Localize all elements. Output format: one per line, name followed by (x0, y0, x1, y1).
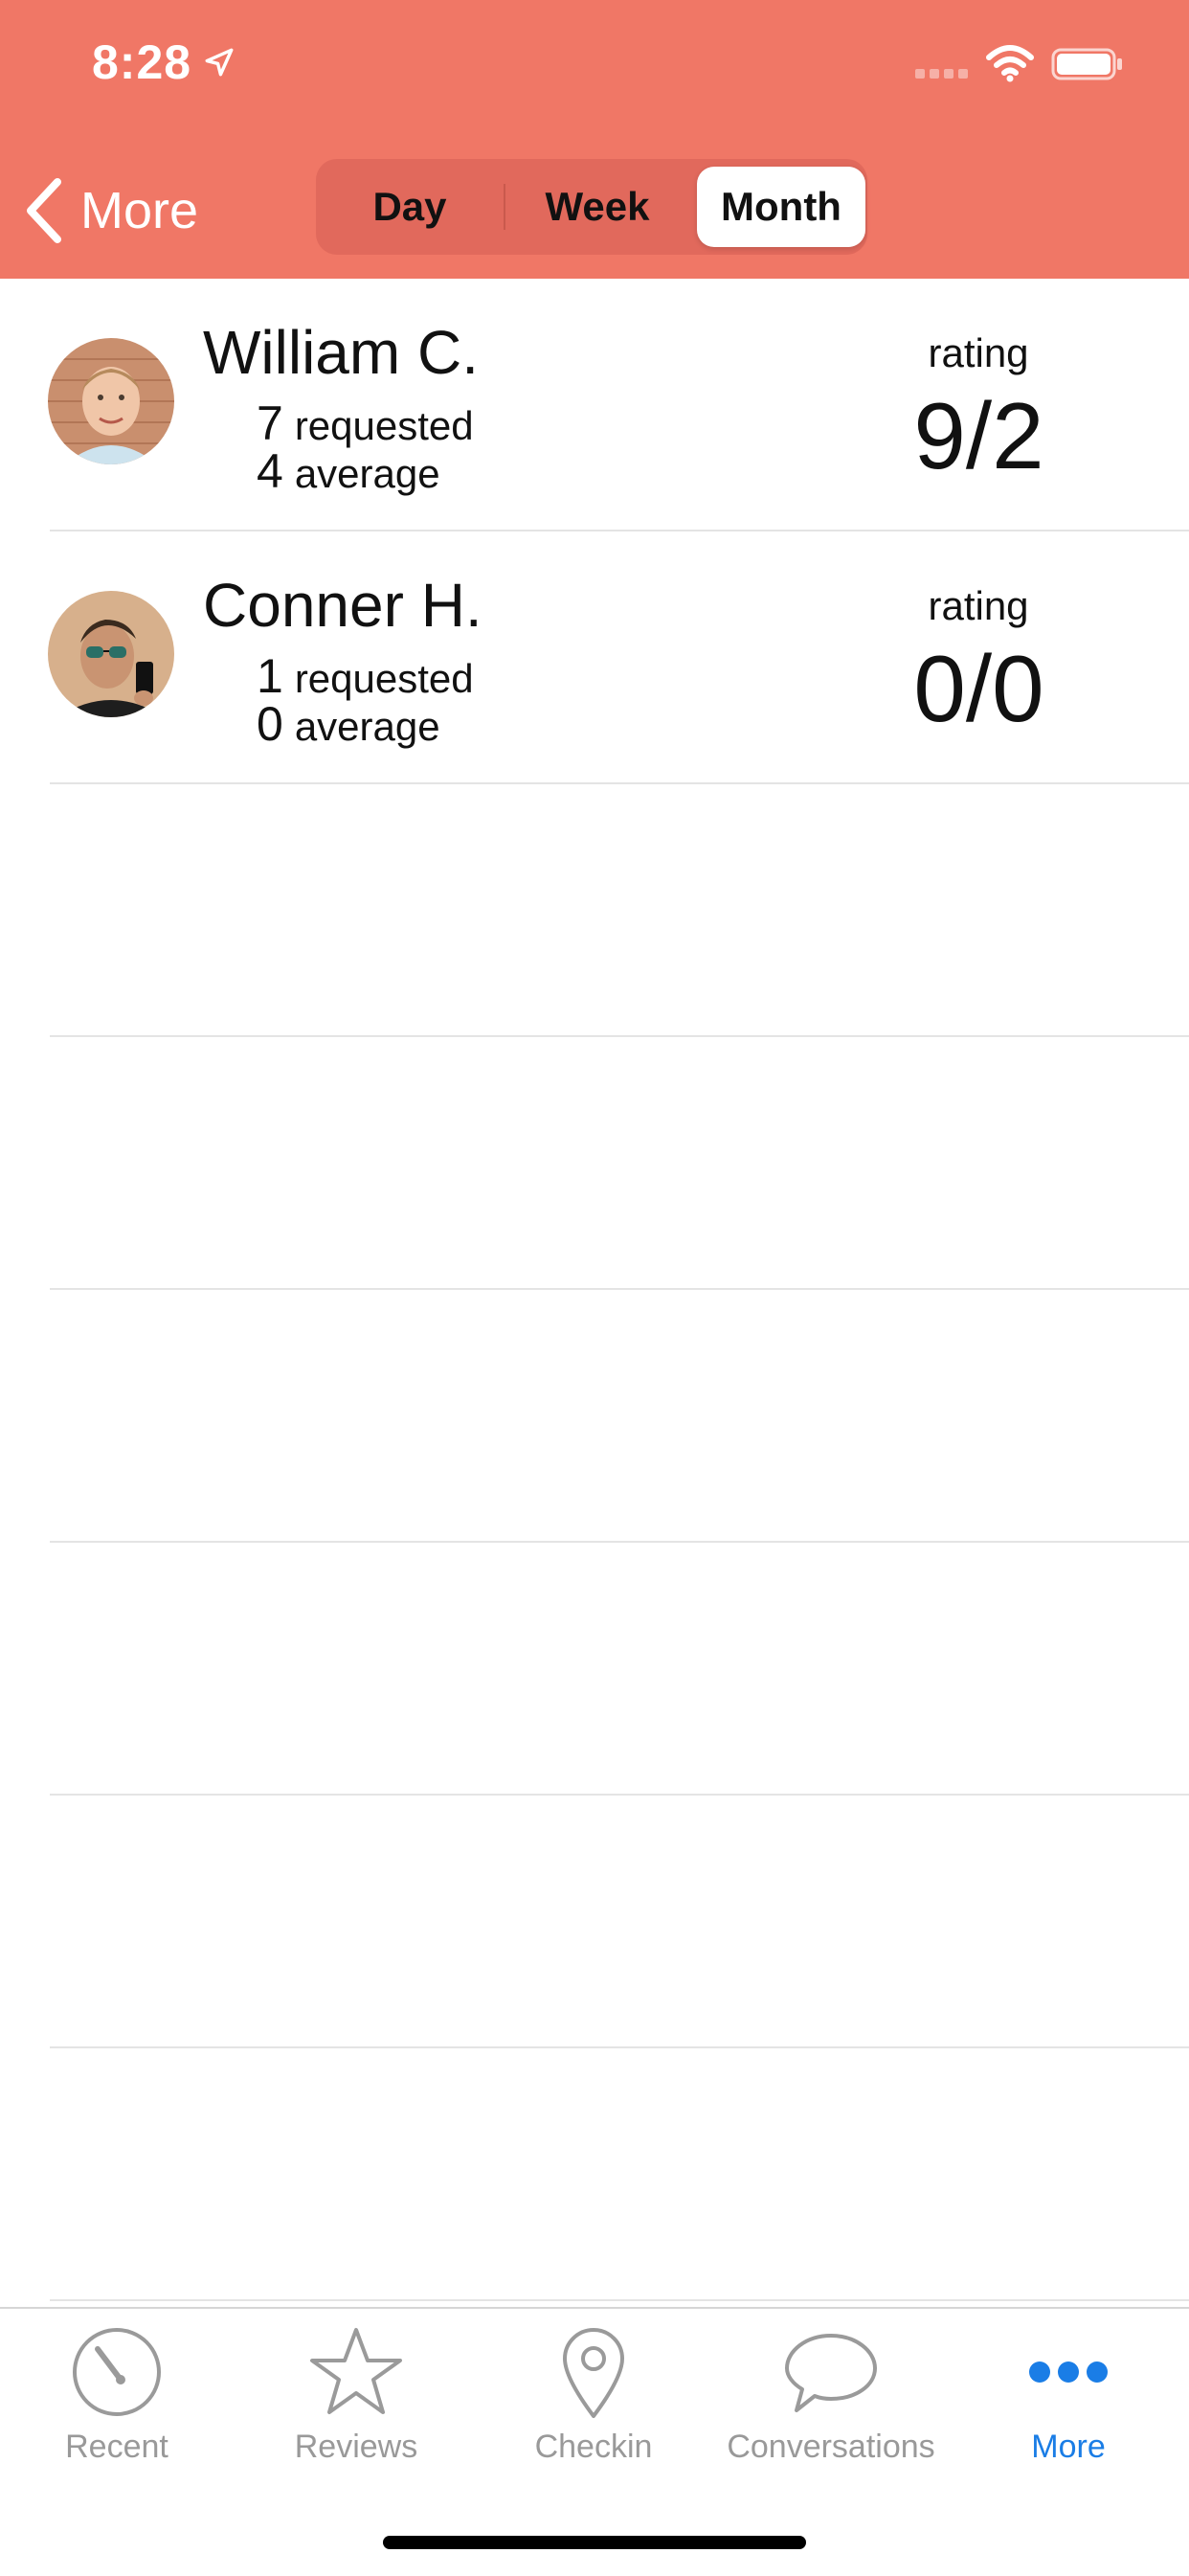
segment-week[interactable]: Week (504, 167, 691, 247)
empty-row (0, 1290, 1189, 1543)
average-stat: 4 average (257, 443, 440, 499)
cellular-signal-icon (915, 69, 968, 79)
period-segmented-control: Day Week Month (316, 159, 867, 255)
rating-value: 9/2 (913, 383, 1044, 488)
map-pin-icon (563, 2328, 624, 2418)
location-arrow-icon (205, 48, 234, 77)
tab-label: Checkin (534, 2429, 653, 2465)
tab-label: More (1031, 2429, 1106, 2465)
rating-label: rating (928, 330, 1029, 375)
empty-row (0, 2048, 1189, 2301)
star-icon (310, 2328, 402, 2414)
home-indicator (383, 2536, 806, 2549)
back-label: More (80, 182, 199, 239)
empty-row (0, 1543, 1189, 1796)
tab-checkin[interactable]: Checkin (479, 2324, 708, 2477)
avatar (48, 591, 174, 717)
empty-row (0, 784, 1189, 1037)
employee-name: Conner H. (203, 571, 482, 640)
tab-label: Reviews (294, 2429, 418, 2465)
more-dots-icon (1029, 2361, 1108, 2383)
average-count: 0 (257, 697, 283, 751)
speech-bubble-icon (785, 2334, 877, 2412)
tab-recent[interactable]: Recent (2, 2324, 232, 2477)
average-count: 4 (257, 444, 283, 498)
wifi-icon (986, 45, 1034, 82)
rating-value: 0/0 (913, 636, 1044, 741)
gauge-icon (73, 2328, 161, 2416)
chevron-left-icon (27, 178, 61, 243)
row-separator (50, 2299, 1189, 2301)
rating-label: rating (928, 583, 1029, 628)
employee-name: William C. (203, 318, 479, 387)
nav-header: 8:28 More Day Week Month (0, 0, 1189, 279)
tab-label: Recent (65, 2429, 168, 2465)
employee-row[interactable]: William C. 7 requested 4 average rating … (0, 279, 1189, 531)
tab-conversations[interactable]: Conversations (716, 2324, 946, 2477)
tab-label: Conversations (727, 2429, 935, 2465)
average-label: average (294, 451, 440, 496)
segment-day[interactable]: Day (316, 167, 504, 247)
status-time: 8:28 (92, 35, 192, 89)
back-button[interactable]: More (25, 172, 198, 249)
empty-row (0, 1796, 1189, 2048)
empty-row (0, 1037, 1189, 1290)
segment-month[interactable]: Month (697, 167, 865, 247)
requested-label: requested (294, 656, 474, 701)
requested-label: requested (294, 403, 474, 448)
employee-row[interactable]: Conner H. 1 requested 0 average rating 0… (0, 531, 1189, 784)
average-label: average (294, 704, 440, 749)
average-stat: 0 average (257, 696, 440, 752)
battery-icon (1051, 48, 1122, 80)
tab-more[interactable]: More (953, 2324, 1183, 2477)
avatar (48, 338, 174, 464)
tab-reviews[interactable]: Reviews (241, 2324, 471, 2477)
